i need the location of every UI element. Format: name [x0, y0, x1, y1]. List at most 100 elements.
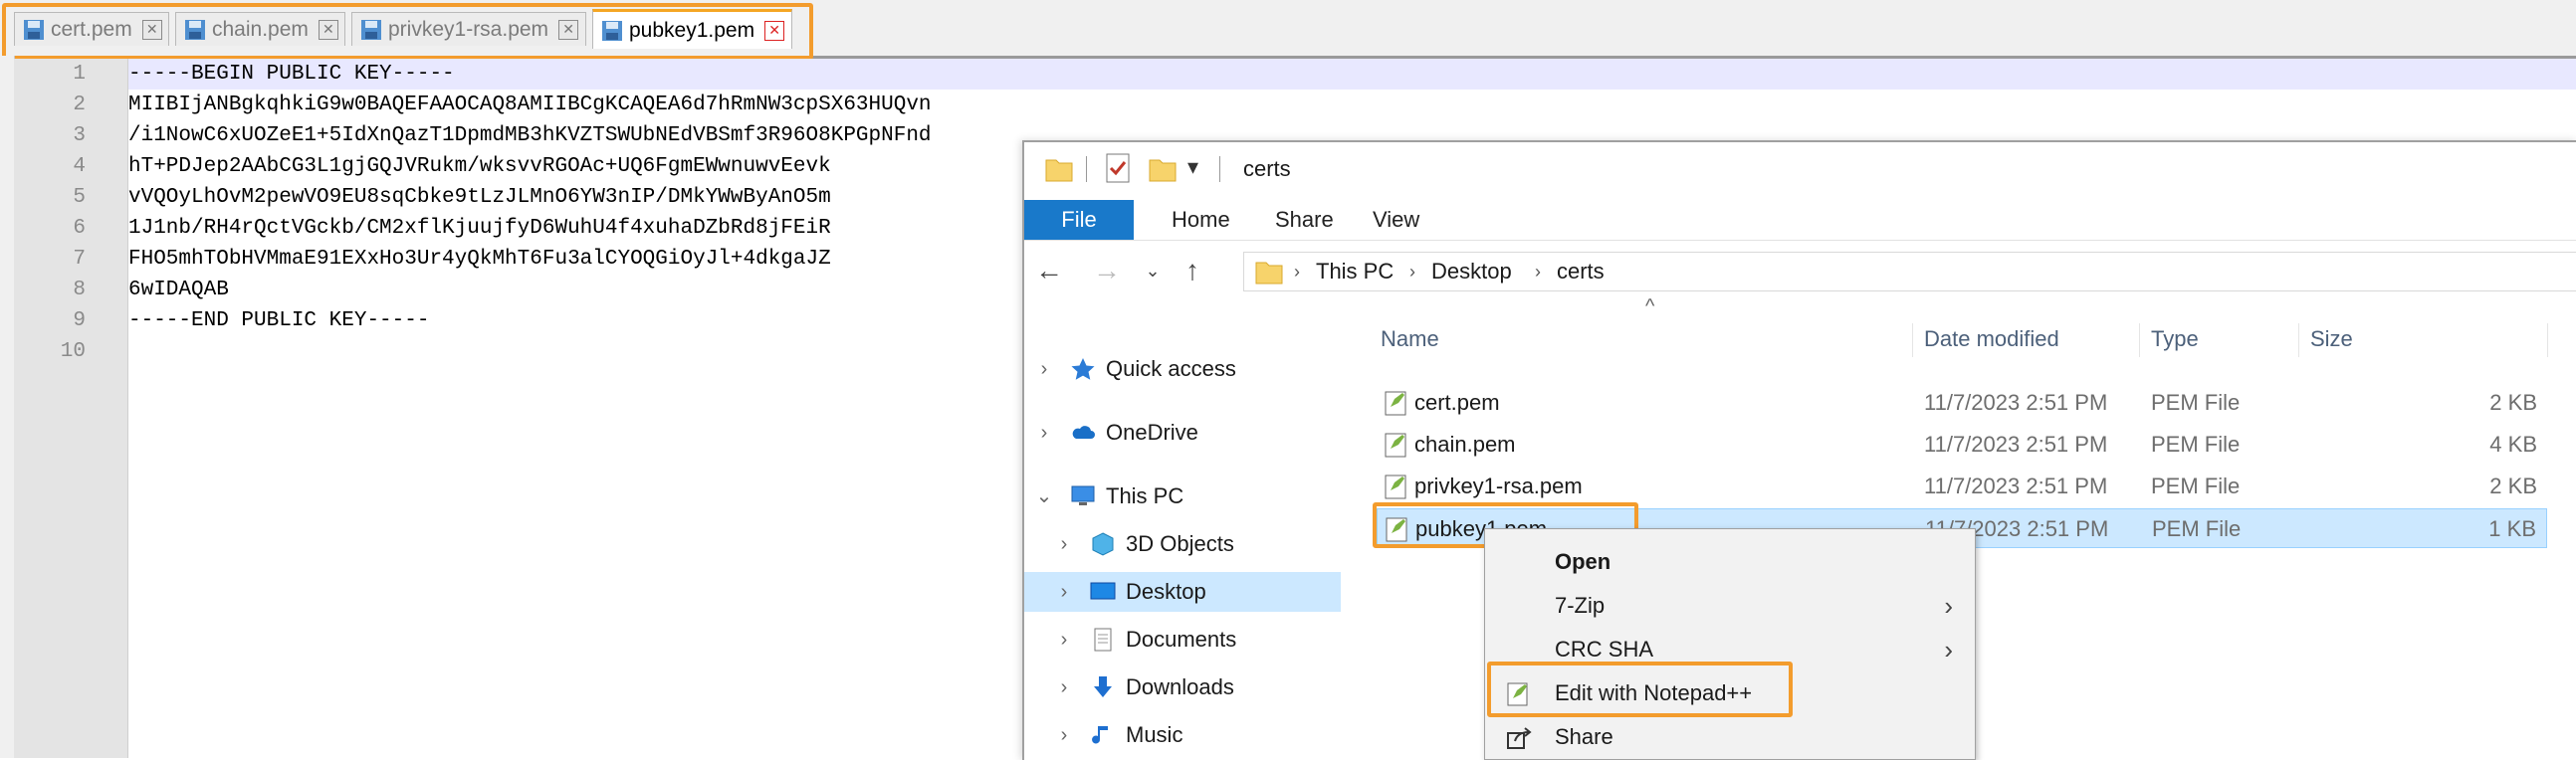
breadcrumb-certs[interactable]: certs	[1557, 253, 1605, 290]
tab-label: pubkey1.pem	[629, 18, 755, 42]
tab-file[interactable]: File	[1024, 200, 1134, 240]
properties-icon[interactable]	[1104, 152, 1132, 184]
file-size: 1 KB	[2488, 516, 2536, 541]
menu-item-share[interactable]: Share	[1485, 715, 1975, 759]
address-bar[interactable]: › This PC › Desktop › certs	[1243, 252, 2576, 291]
nav-item-documents[interactable]: › Documents	[1024, 620, 1341, 660]
nav-label: Downloads	[1126, 674, 1234, 699]
column-divider[interactable]	[2298, 323, 2299, 357]
menu-item-label: Edit with Notepad++	[1555, 680, 1753, 705]
tab-view[interactable]: View	[1349, 200, 1443, 240]
tab-share[interactable]: Share	[1251, 200, 1358, 240]
breadcrumb-this-pc[interactable]: This PC	[1316, 253, 1394, 290]
code-line[interactable]: FHO5mhTObHVMmaE91EXxHo3Ur4yQkMhT6Fu3alCY…	[128, 244, 831, 275]
toolbar-divider	[1219, 156, 1220, 182]
code-line[interactable]: hT+PDJep2AAbCG3L1gjGQJVRukm/wksvvRGOAc+U…	[128, 151, 831, 182]
customize-toolbar-chevron-icon[interactable]: ▾	[1187, 154, 1198, 180]
file-name: privkey1-rsa.pem	[1414, 474, 1583, 498]
menu-item-7zip[interactable]: 7-Zip ›	[1485, 584, 1975, 628]
new-folder-icon[interactable]	[1148, 154, 1178, 184]
tab-chain-pem[interactable]: chain.pem ✕	[175, 12, 345, 46]
tab-home[interactable]: Home	[1148, 200, 1254, 240]
forward-arrow-icon[interactable]: →	[1092, 254, 1122, 287]
menu-item-open[interactable]: Open	[1485, 540, 1975, 584]
tab-privkey1-rsa-pem[interactable]: privkey1-rsa.pem ✕	[351, 12, 586, 46]
code-line[interactable]: MIIBIjANBgkqhkiG9w0BAQEFAAOCAQ8AMIIBCgKC…	[128, 90, 932, 120]
expand-chevron-icon[interactable]: ›	[1054, 667, 1074, 707]
breadcrumb-chevron-icon[interactable]: ›	[1294, 253, 1300, 290]
tab-close-icon[interactable]: ✕	[764, 20, 785, 41]
nav-item-quick-access[interactable]: › Quick access	[1024, 349, 1341, 389]
download-icon	[1094, 676, 1112, 697]
column-divider[interactable]	[2139, 323, 2140, 357]
code-line[interactable]: -----END PUBLIC KEY-----	[128, 305, 429, 336]
menu-item-crc-sha[interactable]: CRC SHA ›	[1485, 628, 1975, 671]
up-arrow-icon[interactable]: ↑	[1178, 254, 1207, 287]
nav-item-3d-objects[interactable]: › 3D Objects	[1024, 524, 1341, 564]
code-line[interactable]: /i1NowC6xUOZeE1+5IdXnQazT1DpmdMB3hKVZTSW…	[128, 120, 932, 151]
desktop-icon	[1090, 582, 1116, 600]
tab-cert-pem[interactable]: cert.pem ✕	[14, 12, 169, 46]
column-divider[interactable]	[1912, 323, 1913, 357]
expand-chevron-icon[interactable]: ›	[1054, 620, 1074, 660]
nav-label: OneDrive	[1106, 420, 1198, 445]
expand-chevron-icon[interactable]: ›	[1054, 524, 1074, 564]
expand-chevron-icon[interactable]: ›	[1054, 572, 1074, 612]
code-line[interactable]: 6wIDAQAB	[128, 275, 229, 305]
quick-access-toolbar: ▾ certs	[1024, 142, 2576, 200]
file-size: 2 KB	[2489, 474, 2537, 498]
breadcrumb-desktop[interactable]: Desktop	[1431, 253, 1512, 290]
file-row[interactable]: chain.pem 11/7/2023 2:51 PM PEM File 4 K…	[1377, 425, 2547, 465]
expand-chevron-icon[interactable]: ›	[1034, 413, 1054, 453]
code-line[interactable]: 1J1nb/RH4rQctVGckb/CM2xflKjuujfyD6WuhU4f…	[128, 213, 831, 244]
nav-label: Music	[1126, 722, 1183, 747]
menu-item-label: CRC SHA	[1555, 637, 1654, 662]
file-row[interactable]: privkey1-rsa.pem 11/7/2023 2:51 PM PEM F…	[1377, 467, 2547, 506]
notepadpp-file-icon	[1385, 433, 1406, 458]
nav-item-onedrive[interactable]: › OneDrive	[1024, 413, 1341, 453]
expand-chevron-icon[interactable]: ›	[1054, 715, 1074, 755]
breadcrumb-chevron-icon[interactable]: ›	[1409, 253, 1415, 290]
tab-label: chain.pem	[212, 17, 309, 41]
tab-pubkey1-pem[interactable]: pubkey1.pem ✕	[592, 9, 792, 49]
file-date: 11/7/2023 2:51 PM	[1924, 474, 2108, 498]
file-type: PEM File	[2152, 516, 2242, 541]
menu-item-edit-with-notepadpp[interactable]: Edit with Notepad++	[1485, 671, 1975, 715]
code-line[interactable]: -----BEGIN PUBLIC KEY-----	[128, 59, 455, 90]
recent-locations-chevron-icon[interactable]: ⌄	[1138, 254, 1168, 287]
nav-item-desktop[interactable]: › Desktop	[1024, 572, 1341, 612]
back-arrow-icon[interactable]: ←	[1034, 254, 1064, 287]
collapse-chevron-icon[interactable]: ⌄	[1034, 476, 1054, 516]
line-number: 7	[73, 248, 86, 271]
tab-close-icon[interactable]: ✕	[141, 19, 162, 40]
nav-label: Desktop	[1126, 579, 1206, 604]
column-header-size[interactable]: Size	[2310, 319, 2353, 359]
nav-item-downloads[interactable]: › Downloads	[1024, 667, 1341, 707]
column-divider[interactable]	[2547, 323, 2548, 357]
expand-chevron-icon[interactable]: ›	[1034, 349, 1054, 389]
nav-item-this-pc[interactable]: ⌄ This PC	[1024, 476, 1341, 516]
tab-label: privkey1-rsa.pem	[388, 17, 549, 41]
column-header-type[interactable]: Type	[2151, 319, 2199, 359]
file-type: PEM File	[2151, 474, 2241, 498]
column-header-date-modified[interactable]: Date modified	[1924, 319, 2059, 359]
breadcrumb-chevron-icon[interactable]: ›	[1535, 253, 1541, 290]
line-number: 6	[73, 217, 86, 240]
line-number: 5	[73, 186, 86, 209]
code-line[interactable]: vVQOyLhOvM2pewVO9EU8sqCbke9tLzJLMnO6YW3n…	[128, 182, 831, 213]
file-name: chain.pem	[1414, 432, 1516, 457]
file-row[interactable]: cert.pem 11/7/2023 2:51 PM PEM File 2 KB	[1377, 383, 2547, 423]
editor-left-margin	[0, 56, 15, 758]
line-number: 10	[60, 340, 86, 363]
context-menu: Open 7-Zip › CRC SHA › Edit with Notepad…	[1484, 528, 1976, 760]
folder-icon	[1255, 262, 1283, 285]
save-disk-icon	[602, 20, 622, 41]
tab-close-icon[interactable]: ✕	[318, 19, 338, 40]
nav-item-music[interactable]: › Music	[1024, 715, 1341, 755]
window-title: certs	[1243, 156, 1291, 181]
cube-icon	[1092, 532, 1114, 556]
line-number: 9	[73, 309, 86, 332]
tab-close-icon[interactable]: ✕	[558, 19, 579, 40]
file-size: 2 KB	[2489, 390, 2537, 415]
column-header-name[interactable]: Name	[1381, 319, 1439, 359]
